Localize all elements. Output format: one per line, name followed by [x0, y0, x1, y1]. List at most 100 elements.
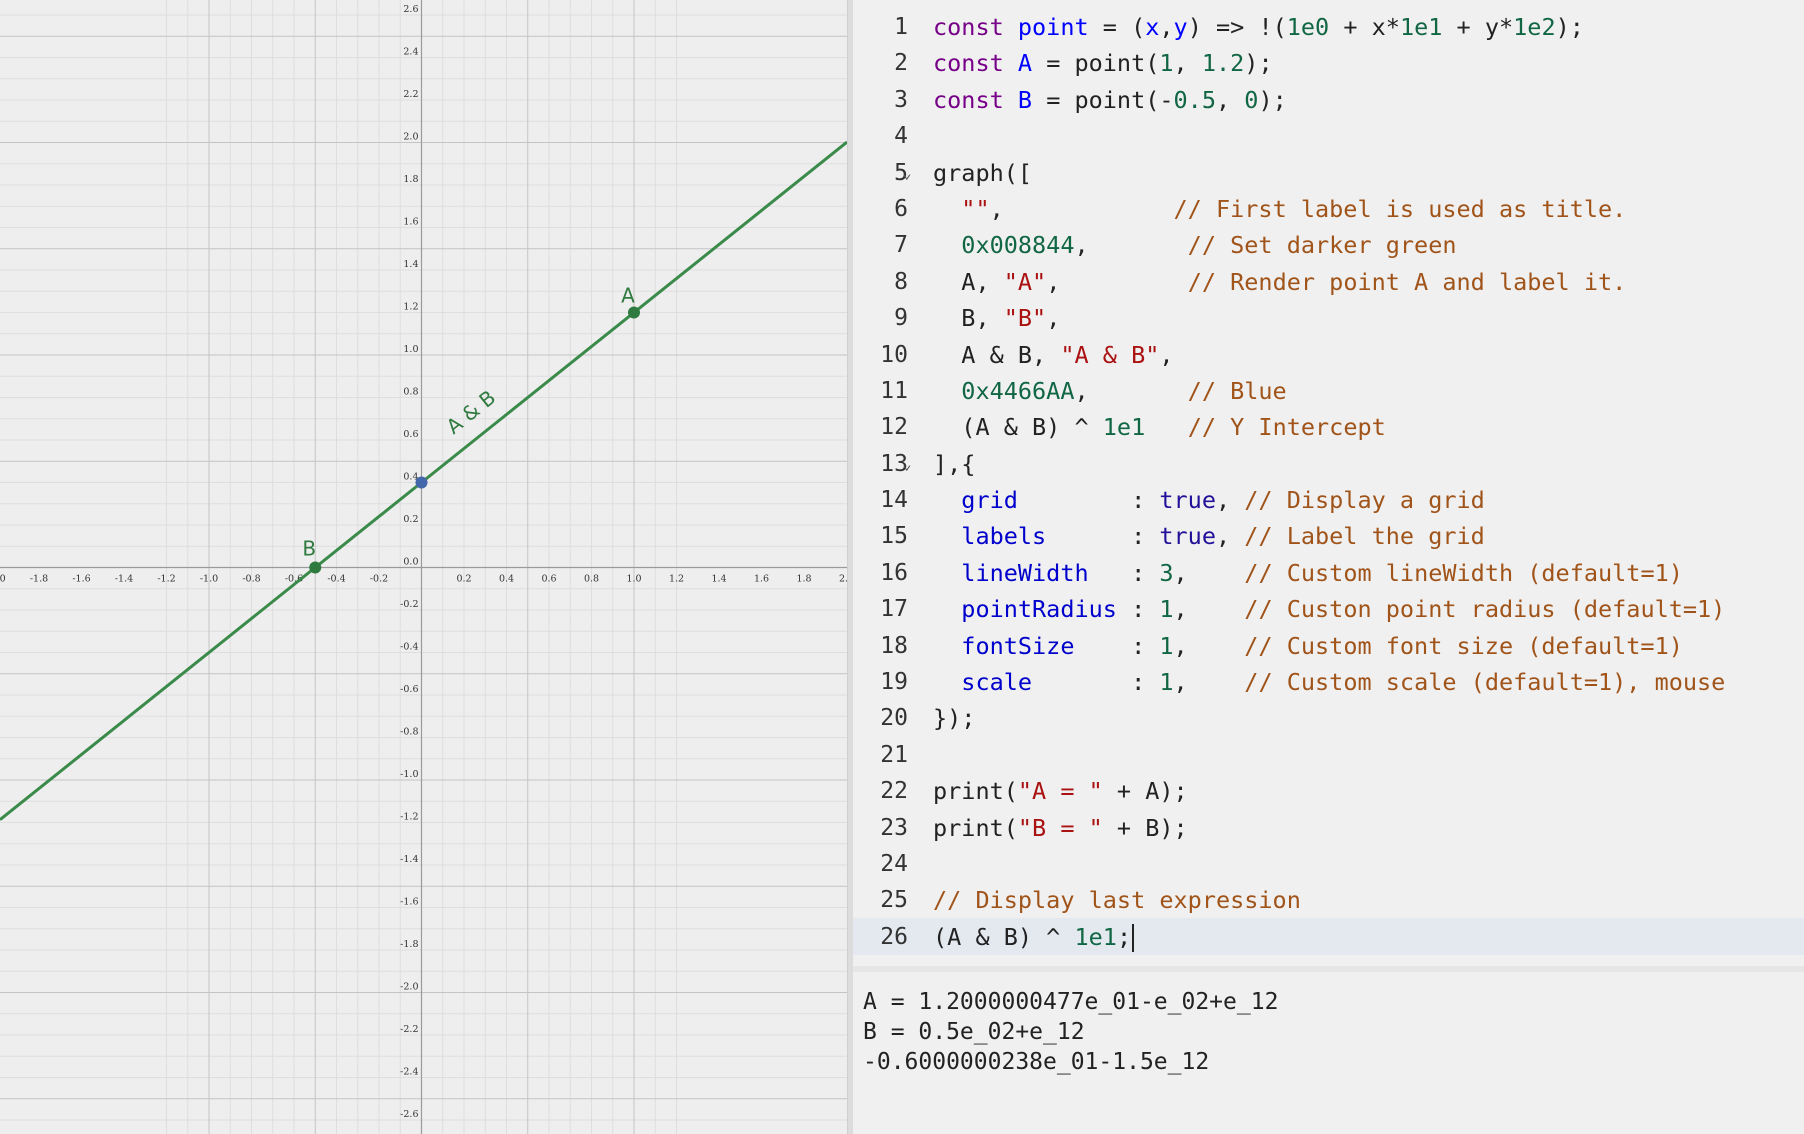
y-tick-label: -2.4 — [400, 1067, 418, 1078]
code-token: , — [1159, 13, 1174, 41]
line-number-text: 20 — [880, 705, 908, 732]
code-token: labels — [961, 522, 1047, 551]
line-number-text: 24 — [880, 850, 908, 877]
line-number: 26 — [853, 919, 928, 955]
code-line[interactable]: const A = point(1, 1.2); — [933, 45, 1804, 81]
line-number: 1 — [853, 9, 928, 45]
code-editor[interactable]: 1 2 3 4 5 ⌄ 6 7 8 9 10 11 12 13 ⌄ 14 15 16 17 18 19 20 21 22 23 2… — [853, 0, 1804, 966]
line-number: 8 — [853, 264, 928, 300]
output-line: A = 1.2000000477e_01-e_02+e_12 — [863, 989, 1279, 1015]
code-token: 1e0 — [1286, 13, 1330, 41]
code-line[interactable]: 0x008844, // Set darker green — [933, 227, 1804, 263]
code-line[interactable]: (A & B) ^ 1e1; — [933, 919, 1804, 955]
code-line[interactable]: print("A = " + A); — [933, 773, 1804, 809]
line-number-text: 10 — [880, 341, 908, 368]
graph-plot[interactable]: -2.0 -1.8 -1.6 -1.4 -1.2 -1.0 -0.8 -0.6 -0.4 -0.2… — [0, 0, 847, 1134]
code-token: // Custom scale (default=1), mouse — [1244, 668, 1726, 697]
code-token: y — [1173, 13, 1188, 41]
y-tick-label: 1.0 — [403, 344, 418, 355]
code-token: , — [1074, 376, 1188, 405]
code-line[interactable]: "", // First label is used as title. — [933, 191, 1804, 227]
code-line[interactable] — [933, 118, 1804, 154]
code-token: , — [1159, 340, 1174, 369]
code-line[interactable] — [933, 846, 1804, 882]
line-number-text: 7 — [894, 232, 908, 259]
line-number-text: 11 — [880, 377, 908, 404]
code-line[interactable]: grid : true, // Display a grid — [933, 482, 1804, 518]
code-token: // Blue — [1187, 376, 1287, 405]
code-line[interactable]: B, "B", — [933, 300, 1804, 336]
code-line[interactable]: lineWidth : 3, // Custom lineWidth (defa… — [933, 555, 1804, 591]
code-token: 3 — [1159, 558, 1174, 587]
code-line[interactable]: graph([ — [933, 155, 1804, 191]
y-axis-tick-labels: 2.62.42.22.01.81.61.41.21.00.80.60.40.20… — [400, 4, 418, 1120]
code-token: , — [1074, 231, 1188, 260]
code-token: // Custom lineWidth (default=1) — [1244, 558, 1683, 587]
x-tick-label: -1.0 — [200, 574, 218, 585]
x-axis-tick-labels: -2.0-1.8-1.6-1.4-1.2-1.0-0.8-0.6-0.4-0.2… — [0, 574, 847, 585]
code-token: x — [1145, 13, 1160, 41]
code-line[interactable]: fontSize : 1, // Custom font size (defau… — [933, 628, 1804, 664]
code-line[interactable]: ],{ — [933, 446, 1804, 482]
x-tick-label: 0.8 — [584, 574, 599, 585]
code-token: grid — [961, 486, 1018, 515]
code-line[interactable]: }); — [933, 700, 1804, 736]
line-number-text: 26 — [880, 923, 908, 950]
code-line[interactable]: 0x4466AA, // Blue — [933, 373, 1804, 409]
code-token: "" — [961, 194, 990, 223]
code-line[interactable]: const B = point(-0.5, 0); — [933, 82, 1804, 118]
code-token: , — [989, 194, 1174, 223]
y-tick-label: 2.0 — [403, 132, 418, 143]
code-line[interactable]: scale : 1, // Custom scale (default=1), … — [933, 664, 1804, 700]
line-number-text: 8 — [894, 268, 908, 295]
line-number: 10 — [853, 337, 928, 373]
code-token: 0x4466AA — [961, 376, 1075, 405]
y-tick-label: -1.8 — [400, 939, 418, 950]
x-tick-label: 2.0 — [839, 574, 847, 585]
code-line[interactable]: A & B, "A & B", — [933, 337, 1804, 373]
y-tick-label: -1.4 — [400, 854, 418, 865]
code-line[interactable] — [933, 737, 1804, 773]
code-line[interactable]: pointRadius : 1, // Custon point radius … — [933, 591, 1804, 627]
code-line[interactable]: const point = (x,y) => !(1e0 + x*1e1 + y… — [933, 9, 1804, 45]
y-tick-label: -0.2 — [400, 599, 418, 610]
code-line[interactable]: labels : true, // Label the grid — [933, 518, 1804, 554]
line-number-text: 21 — [880, 741, 908, 768]
line-number-text: 1 — [894, 14, 908, 40]
y-tick-label: 1.2 — [403, 302, 418, 313]
y-tick-label: -1.2 — [400, 812, 418, 823]
point-a[interactable] — [628, 306, 640, 319]
line-number: 23 — [853, 810, 928, 846]
y-tick-label: 0.2 — [403, 514, 418, 525]
code-line[interactable]: // Display last expression — [933, 882, 1804, 918]
code-content[interactable]: const point = (x,y) => !(1e0 + x*1e1 + y… — [933, 9, 1804, 955]
code-line[interactable]: print("B = " + B); — [933, 810, 1804, 846]
line-number: 5 ⌄ — [853, 155, 928, 191]
fold-chevron-icon[interactable]: ⌄ — [902, 155, 912, 191]
code-line[interactable]: (A & B) ^ 1e1 // Y Intercept — [933, 409, 1804, 445]
code-token: fontSize — [961, 631, 1075, 660]
code-line[interactable]: A, "A", // Render point A and label it. — [933, 264, 1804, 300]
graph-canvas[interactable]: -2.0 -1.8 -1.6 -1.4 -1.2 -1.0 -0.8 -0.6 -0.4 -0.2… — [0, 0, 847, 1134]
code-token: , — [1215, 522, 1245, 551]
line-number-text: 12 — [880, 414, 908, 441]
code-token: 0 — [1244, 85, 1259, 114]
y-intercept-point[interactable] — [415, 476, 428, 489]
code-token: , — [1173, 558, 1245, 587]
x-tick-label: -1.6 — [72, 574, 90, 585]
y-tick-label: -2.0 — [400, 982, 418, 993]
point-b[interactable] — [309, 561, 322, 574]
code-token: B — [1017, 85, 1033, 114]
code-token: ); — [1555, 13, 1584, 41]
code-token: + A); — [1102, 777, 1188, 806]
line-number-text: 23 — [880, 814, 908, 841]
code-token: ); — [1244, 49, 1273, 78]
code-token: const — [933, 49, 1018, 78]
fold-chevron-icon[interactable]: ⌄ — [902, 446, 912, 482]
code-token: B, — [933, 304, 1004, 333]
